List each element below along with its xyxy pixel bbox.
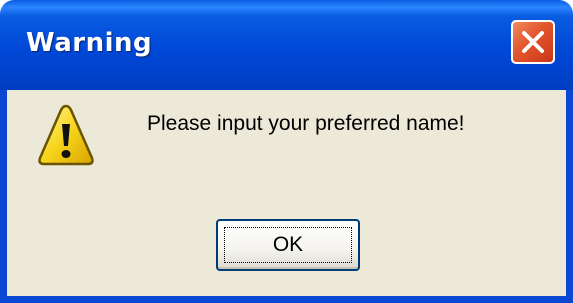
warning-triangle-icon	[38, 104, 94, 166]
window-frame-bottom	[0, 296, 573, 303]
window-frame-left	[0, 90, 7, 303]
warning-message: Please input your preferred name!	[147, 112, 465, 135]
ok-button[interactable]: OK	[216, 219, 360, 271]
title-bar[interactable]: Warning	[0, 0, 573, 90]
ok-button-label: OK	[272, 233, 304, 256]
window-title: Warning	[26, 28, 153, 58]
warning-dialog: Warning Please input your preferred name…	[0, 0, 573, 303]
window-frame-right	[566, 90, 573, 303]
close-button[interactable]	[511, 20, 555, 64]
close-x-icon	[522, 31, 544, 53]
